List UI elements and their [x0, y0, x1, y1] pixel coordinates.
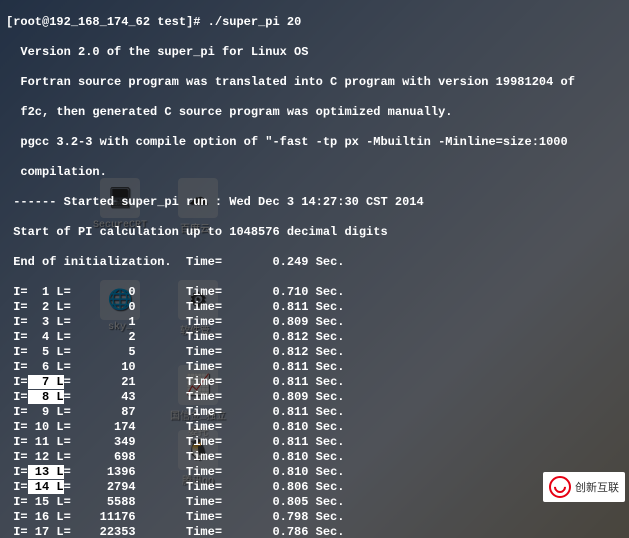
output-line: pgcc 3.2-3 with compile option of "-fast…: [6, 135, 623, 150]
iteration-line: I= 12 L= 698 Time= 0.810 Sec.: [6, 450, 623, 465]
output-line: End of initialization. Time= 0.249 Sec.: [6, 255, 623, 270]
iteration-line: I= 14 L= 2794 Time= 0.806 Sec.: [6, 480, 623, 495]
iteration-line: I= 1 L= 0 Time= 0.710 Sec.: [6, 285, 623, 300]
output-line: f2c, then generated C source program was…: [6, 105, 623, 120]
terminal-command: ./super_pi 20: [208, 15, 302, 29]
iteration-line: I= 8 L= 43 Time= 0.809 Sec.: [6, 390, 623, 405]
iteration-line: I= 5 L= 5 Time= 0.812 Sec.: [6, 345, 623, 360]
iteration-line: I= 9 L= 87 Time= 0.811 Sec.: [6, 405, 623, 420]
output-line: compilation.: [6, 165, 623, 180]
watermark-text: 创新互联: [575, 479, 619, 495]
terminal-prompt: [root@192_168_174_62 test]# ./super_pi 2…: [6, 15, 623, 30]
output-line: Version 2.0 of the super_pi for Linux OS: [6, 45, 623, 60]
output-line: Fortran source program was translated in…: [6, 75, 623, 90]
iteration-line: I= 4 L= 2 Time= 0.812 Sec.: [6, 330, 623, 345]
iteration-line: I= 17 L= 22353 Time= 0.786 Sec.: [6, 525, 623, 538]
output-line: Start of PI calculation up to 1048576 de…: [6, 225, 623, 240]
output-line: ------ Started super_pi run : Wed Dec 3 …: [6, 195, 623, 210]
iteration-line: I= 16 L= 11176 Time= 0.798 Sec.: [6, 510, 623, 525]
terminal-window[interactable]: [root@192_168_174_62 test]# ./super_pi 2…: [0, 0, 629, 538]
iteration-line: I= 11 L= 349 Time= 0.811 Sec.: [6, 435, 623, 450]
watermark-logo-icon: [549, 476, 571, 498]
iteration-line: I= 15 L= 5588 Time= 0.805 Sec.: [6, 495, 623, 510]
iteration-line: I= 3 L= 1 Time= 0.809 Sec.: [6, 315, 623, 330]
iteration-line: I= 13 L= 1396 Time= 0.810 Sec.: [6, 465, 623, 480]
iteration-line: I= 2 L= 0 Time= 0.811 Sec.: [6, 300, 623, 315]
iteration-line: I= 7 L= 21 Time= 0.811 Sec.: [6, 375, 623, 390]
iteration-line: I= 10 L= 174 Time= 0.810 Sec.: [6, 420, 623, 435]
watermark: 创新互联: [543, 472, 625, 502]
iteration-line: I= 6 L= 10 Time= 0.811 Sec.: [6, 360, 623, 375]
